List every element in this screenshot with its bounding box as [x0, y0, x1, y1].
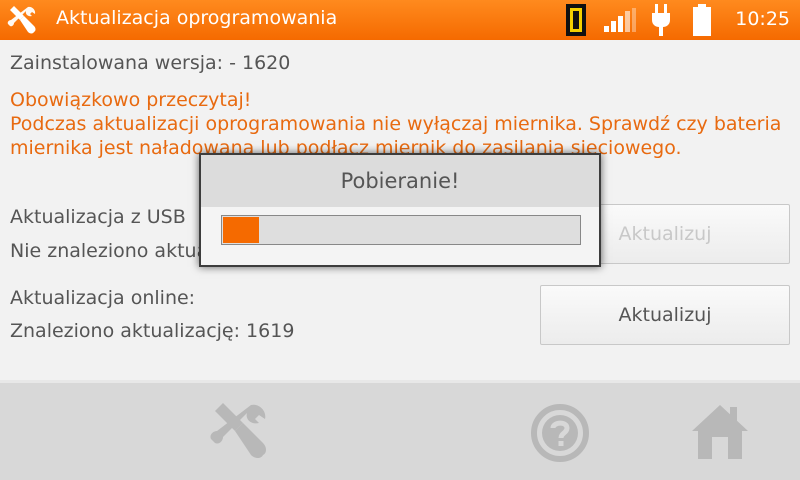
warning-block: Obowiązkowo przeczytaj! Podczas aktualiz… — [10, 88, 790, 160]
title-bar: Aktualizacja oprogramowania 10:25 — [0, 0, 800, 40]
tools-icon[interactable] — [206, 399, 272, 463]
usb-update-label: Aktualizacja z USB — [10, 206, 186, 228]
clock: 10:25 — [735, 8, 790, 30]
dialog-title: Pobieranie! — [201, 155, 599, 207]
window-title: Aktualizacja oprogramowania — [56, 7, 338, 29]
bottom-bar — [0, 380, 800, 480]
installed-version: Zainstalowana wersja: - 1620 — [10, 52, 291, 74]
download-dialog: Pobieranie! — [199, 153, 601, 267]
download-progress-fill — [223, 217, 259, 243]
warning-title: Obowiązkowo przeczytaj! — [10, 89, 252, 111]
help-icon[interactable] — [530, 403, 590, 463]
plug-icon — [652, 4, 670, 36]
meter-icon — [566, 4, 586, 36]
download-progress-bar — [221, 215, 581, 245]
online-update-button[interactable]: Aktualizuj — [540, 285, 790, 345]
online-update-status: Znaleziono aktualizację: 1619 — [10, 320, 295, 342]
tools-icon[interactable] — [6, 4, 38, 36]
home-icon[interactable] — [690, 401, 750, 461]
battery-icon — [693, 4, 711, 36]
signal-icon — [604, 8, 636, 32]
online-update-label: Aktualizacja online: — [10, 287, 196, 309]
